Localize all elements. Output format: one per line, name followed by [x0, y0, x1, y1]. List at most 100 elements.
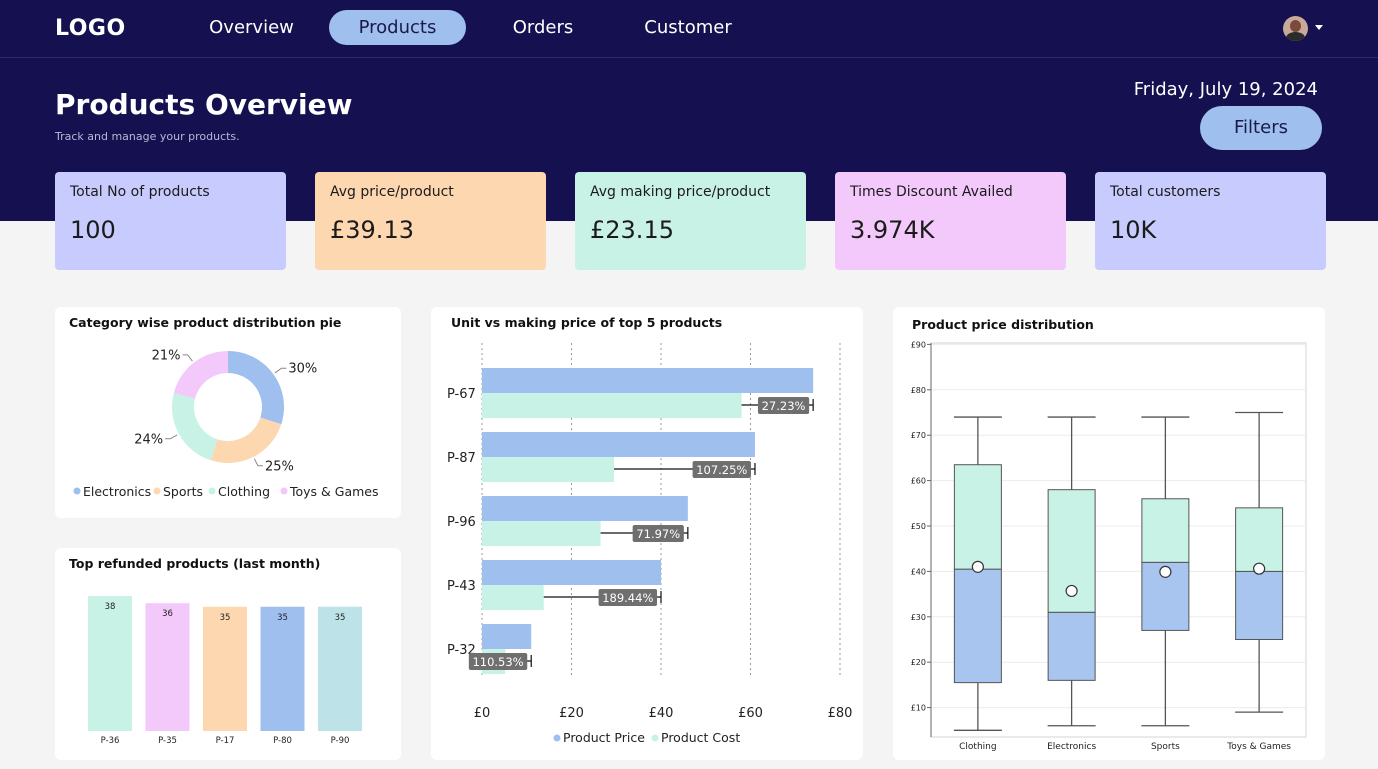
- y-tick-label: £70: [911, 431, 926, 440]
- refund-bar-value: 35: [277, 613, 288, 623]
- filters-button[interactable]: Filters: [1200, 106, 1322, 150]
- kpi-card-total-customers: Total customers 10K: [1095, 172, 1326, 270]
- logo[interactable]: LOGO: [55, 16, 126, 41]
- refund-bar-p-90: [318, 606, 362, 731]
- legend-dot-toys-games: [280, 487, 288, 495]
- box-lower-electronics: [1047, 611, 1096, 681]
- cost-bar-p-96: [482, 521, 601, 546]
- price-bar-p-32: [482, 624, 532, 649]
- price-box-plot: £10 £20 £30 £40 £50 £60 £70 £80 £90 Clothing Elect…: [911, 340, 1307, 752]
- nav-customer[interactable]: Customer: [627, 10, 749, 45]
- pie-slice-toys-games: [173, 351, 228, 399]
- pie-slice-label: 25%: [265, 459, 294, 474]
- annotation-label: 71.97%: [636, 527, 680, 541]
- refund-bar-chart: 38 P-36 36 P-35 35 P-17 35 P-80 35 P-90: [88, 596, 362, 746]
- refund-bar-value: 38: [105, 602, 116, 612]
- mean-marker-toys-games: [1253, 562, 1266, 575]
- price-cost-bar-chart: £0 £20 £40 £60 £80 P-67 27.23% P-87 107.25% P-96 7…: [447, 343, 852, 745]
- y-tick-label: P-67: [447, 387, 476, 402]
- kpi-label: Avg price/product: [330, 184, 454, 200]
- kpi-card-avg-making-price: Avg making price/product £23.15: [575, 172, 806, 270]
- mean-marker-electronics: [1065, 584, 1078, 598]
- pie-chart: 30% 25% 24% 21% Electronics Sports Clothing Toy…: [73, 348, 379, 499]
- legend-dot-product-cost: [651, 734, 659, 742]
- legend-label-product-price: Product Price: [563, 730, 645, 745]
- avatar-body: [1286, 32, 1305, 41]
- annotation-label: 107.25%: [696, 463, 747, 477]
- kpi-value: £39.13: [330, 216, 414, 244]
- pie-leader-line: [165, 434, 178, 440]
- x-tick-label: Clothing: [959, 742, 996, 752]
- price-cost-card: Unit vs making price of top 5 products £…: [431, 307, 863, 760]
- page-title: Products Overview: [55, 88, 353, 121]
- nav-overview[interactable]: Overview: [195, 10, 308, 45]
- pie-leader-line: [274, 367, 287, 374]
- y-tick-label: £40: [911, 567, 926, 576]
- mean-marker-clothing: [971, 560, 984, 573]
- legend-label-electronics: Electronics: [83, 484, 151, 499]
- refund-bar-value: 35: [220, 613, 231, 623]
- kpi-label: Avg making price/product: [590, 184, 771, 200]
- y-tick-label: £80: [911, 386, 926, 395]
- annotation-label: 27.23%: [762, 399, 806, 413]
- price-bar-p-87: [482, 432, 755, 457]
- nav-orders[interactable]: Orders: [487, 10, 599, 45]
- caret-down-icon[interactable]: [1315, 25, 1323, 30]
- kpi-card-total-products: Total No of products 100: [55, 172, 286, 270]
- x-tick-label: Electronics: [1047, 742, 1096, 752]
- legend-label-toys-games: Toys & Games: [289, 484, 379, 499]
- kpi-value: £23.15: [590, 216, 674, 244]
- refund-bar-value: 35: [335, 613, 346, 623]
- y-tick-label: £50: [911, 522, 926, 531]
- legend-dot-product-price: [553, 734, 561, 742]
- kpi-value: 3.974K: [850, 216, 935, 244]
- y-tick-label: £90: [911, 340, 926, 349]
- current-date: Friday, July 19, 2024: [1133, 79, 1318, 100]
- kpi-value: 100: [70, 216, 116, 244]
- y-tick-label: £10: [911, 704, 926, 713]
- annotation-label: 110.53%: [472, 655, 523, 669]
- mean-marker-sports: [1159, 565, 1172, 578]
- y-tick-label: £60: [911, 477, 926, 486]
- pie-slice-clothing: [172, 393, 218, 461]
- kpi-label: Total No of products: [70, 184, 210, 200]
- x-tick-label: £40: [649, 706, 674, 721]
- price-bar-p-96: [482, 496, 688, 521]
- nav-products[interactable]: Products: [329, 10, 466, 45]
- pie-leader-line: [253, 458, 263, 467]
- refund-bar-tick: P-36: [101, 736, 120, 746]
- kpi-value: 10K: [1110, 216, 1157, 244]
- price-bar-p-67: [482, 368, 814, 393]
- annotation-label: 189.44%: [602, 591, 653, 605]
- box-upper-clothing: [953, 464, 1002, 570]
- pie-slice-label: 30%: [288, 362, 317, 377]
- kpi-card-avg-price: Avg price/product £39.13: [315, 172, 546, 270]
- refund-card: Top refunded products (last month) 38 P-3…: [55, 548, 401, 760]
- refund-bar-value: 36: [162, 609, 173, 619]
- pie-leader-line: [182, 354, 193, 362]
- x-tick-label: Sports: [1151, 742, 1180, 752]
- y-tick-label: £20: [911, 658, 926, 667]
- pie-slice-electronics: [228, 351, 284, 425]
- kpi-label: Times Discount Availed: [850, 184, 1013, 200]
- x-tick-label: £0: [474, 706, 491, 721]
- legend-dot-clothing: [208, 487, 216, 495]
- pie-slice-label: 24%: [134, 432, 163, 447]
- refund-bar-tick: P-35: [158, 736, 177, 746]
- refund-bar-p-35: [145, 603, 190, 731]
- kpi-label: Total customers: [1110, 184, 1221, 200]
- refund-bar-tick: P-80: [273, 736, 292, 746]
- box-lower-toys-games: [1235, 570, 1284, 640]
- cost-bar-p-87: [482, 457, 615, 482]
- y-tick-label: P-43: [447, 579, 476, 594]
- legend-dot-sports: [153, 487, 161, 495]
- kpi-card-discount-availed: Times Discount Availed 3.974K: [835, 172, 1066, 270]
- box-lower-clothing: [953, 568, 1002, 684]
- top-navbar: LOGO Overview Products Orders Customer: [0, 0, 1378, 58]
- legend-label-product-cost: Product Cost: [661, 730, 740, 745]
- user-avatar[interactable]: [1283, 16, 1308, 41]
- avatar-head: [1290, 20, 1301, 32]
- box-card: Product price distribution £10 £20 £30 £40 £…: [893, 307, 1325, 760]
- refund-bar-tick: P-17: [216, 736, 235, 746]
- legend-label-clothing: Clothing: [218, 484, 270, 499]
